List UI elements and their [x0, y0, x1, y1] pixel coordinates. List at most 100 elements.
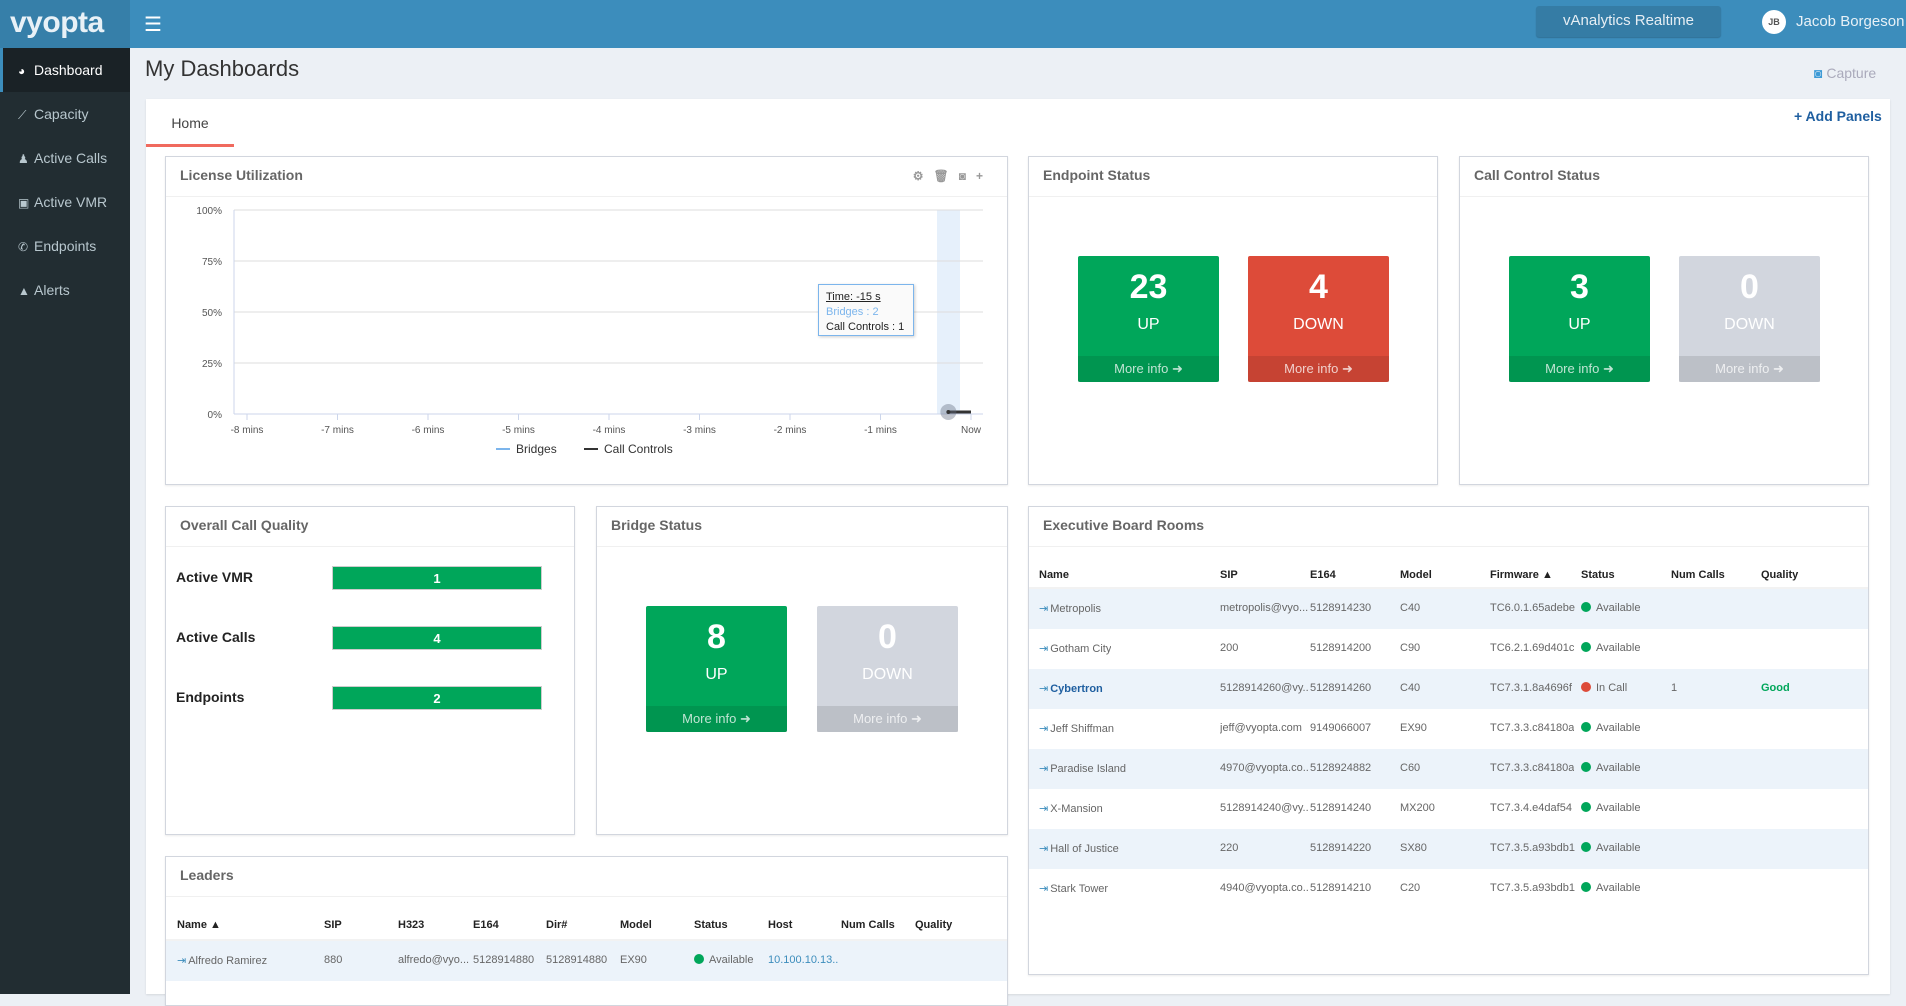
chart-tooltip: Time: -15 s Bridges : 2 Call Controls : …	[818, 284, 914, 336]
column-header[interactable]: Status	[694, 919, 728, 931]
more-info-link[interactable]: More info ➜	[646, 706, 787, 732]
y-tick-label: 75%	[202, 257, 222, 268]
status-label: DOWN	[862, 666, 913, 683]
name-cell[interactable]: ⇥ Gotham City	[1039, 642, 1111, 655]
column-header[interactable]: Model	[1400, 569, 1432, 581]
endpoints-up-box[interactable]: 23 UP More info ➜	[1078, 256, 1219, 382]
column-header[interactable]: E164	[473, 919, 499, 931]
cell-sip: 5128914260@vy...	[1220, 682, 1308, 694]
status-text: Available	[1596, 762, 1641, 774]
quality-bar-active-calls[interactable]: 4	[332, 626, 542, 650]
cell-host[interactable]: 10.100.10.13...	[768, 954, 839, 966]
sidebar-item-capacity[interactable]: ⟋ Capacity	[0, 92, 130, 136]
device-name: Cybertron	[1050, 683, 1103, 695]
arrow-circle-right-icon: ➜	[1602, 361, 1614, 376]
endpoint-status-panel: Endpoint Status 23 UP More info ➜ 4 DOWN…	[1028, 156, 1438, 485]
column-header[interactable]: Quality	[915, 919, 952, 931]
cell-firmware: TC6.0.1.65adebe	[1490, 602, 1576, 614]
status-dot-icon	[1581, 602, 1591, 612]
more-info-link[interactable]: More info ➜	[1679, 356, 1820, 382]
table-row[interactable]: ⇥ Paradise Island 4970@vyopta.co... 5128924…	[1029, 749, 1868, 789]
more-info-link[interactable]: More info ➜	[1509, 356, 1650, 382]
endpoints-down-box[interactable]: 4 DOWN More info ➜	[1248, 256, 1389, 382]
cell-dir: 5128914880	[546, 954, 608, 966]
table-row[interactable]: ⇥ Stark Tower 4940@vyopta.co... 5128914210 C…	[1029, 869, 1868, 909]
column-header[interactable]: Status	[1581, 569, 1615, 581]
x-tick-label: -5 mins	[502, 425, 535, 436]
cell-sip: 220	[1220, 842, 1239, 854]
status-label: UP	[1137, 316, 1160, 333]
status-cell: Available	[1581, 842, 1640, 854]
name-cell[interactable]: ⇥ Jeff Shiffman	[1039, 722, 1114, 735]
quality-bar-endpoints[interactable]: 2	[332, 686, 542, 710]
column-header[interactable]: Dir#	[546, 919, 567, 931]
user-name[interactable]: Jacob Borgeson	[1796, 13, 1904, 30]
bridges-up-box[interactable]: 8 UP More info ➜	[646, 606, 787, 732]
column-header[interactable]: E164	[1310, 569, 1336, 581]
table-row[interactable]: ⇥ Alfredo Ramirez 880 alfredo@vyo... 5128914…	[166, 941, 1007, 981]
status-dot-icon	[1581, 802, 1591, 812]
arrow-circle-right-icon: ➜	[1171, 361, 1183, 376]
x-tick-label: -7 mins	[321, 425, 354, 436]
column-header[interactable]: Model	[620, 919, 652, 931]
sidebar-item-active-vmr[interactable]: ▣ Active VMR	[0, 180, 130, 224]
column-header[interactable]: Host	[768, 919, 792, 931]
sidebar-item-dashboard[interactable]: ◕ Dashboard	[0, 48, 130, 92]
cell-firmware: TC6.2.1.69d401c	[1490, 642, 1575, 654]
table-row[interactable]: ⇥ Gotham City 200 5128914200 C90 TC6.2.1.69d4…	[1029, 629, 1868, 669]
vyopta-logo[interactable]: vyopta	[0, 0, 130, 48]
name-cell[interactable]: ⇥ Cybertron	[1039, 682, 1103, 695]
table-row[interactable]: ⇥ X-Mansion 5128914240@vy... 5128914240 MX20…	[1029, 789, 1868, 829]
sign-in-icon: ⇥	[1039, 883, 1049, 895]
call-controls-up-box[interactable]: 3 UP More info ➜	[1509, 256, 1650, 382]
tooltip-call-controls: Call Controls : 1	[826, 321, 905, 333]
column-header[interactable]: Quality	[1761, 569, 1798, 581]
more-info-link[interactable]: More info ➜	[1248, 356, 1389, 382]
table-row[interactable]: ⇥ Metropolis metropolis@vyo... 5128914230 C4…	[1029, 589, 1868, 629]
avatar[interactable]: JB	[1762, 10, 1786, 34]
table-row[interactable]: ⇥ Hall of Justice 220 5128914220 SX80 TC7.3.5…	[1029, 829, 1868, 869]
column-header[interactable]: Num Calls	[841, 919, 895, 931]
name-cell[interactable]: ⇥ Metropolis	[1039, 602, 1101, 615]
column-header[interactable]: Num Calls	[1671, 569, 1725, 581]
cell-quality: Good	[1761, 682, 1790, 694]
sidebar-item-label: Active VMR	[34, 194, 108, 210]
name-cell[interactable]: ⇥ X-Mansion	[1039, 802, 1103, 815]
status-cell: In Call	[1581, 682, 1627, 694]
table-row[interactable]: ⇥ Cybertron 5128914260@vy... 5128914260 C40 T…	[1029, 669, 1868, 709]
name-cell[interactable]: ⇥ Hall of Justice	[1039, 842, 1119, 855]
capture-button[interactable]: ◙ Capture	[1814, 65, 1876, 81]
table-row[interactable]: ⇥ Jeff Shiffman jeff@vyopta.com 9149066007 E…	[1029, 709, 1868, 749]
x-tick-label: -2 mins	[774, 425, 807, 436]
legend-item: Bridges	[516, 442, 557, 456]
column-header[interactable]: SIP	[1220, 569, 1238, 581]
name-cell[interactable]: ⇥ Alfredo Ramirez	[177, 954, 267, 967]
panel-title: Leaders	[166, 857, 1007, 897]
vanalytics-realtime-button[interactable]: vAnalytics Realtime	[1536, 6, 1721, 37]
name-cell[interactable]: ⇥ Paradise Island	[1039, 762, 1126, 775]
cell-sip: jeff@vyopta.com	[1220, 722, 1302, 734]
column-header[interactable]: Firmware ▲	[1490, 569, 1553, 581]
tab-home[interactable]: Home	[146, 99, 234, 147]
more-info-link[interactable]: More info ➜	[817, 706, 958, 732]
cell-numcalls: 1	[1671, 682, 1678, 694]
device-name: Jeff Shiffman	[1050, 723, 1115, 735]
call-controls-down-box[interactable]: 0 DOWN More info ➜	[1679, 256, 1820, 382]
column-header[interactable]: SIP	[324, 919, 342, 931]
sidebar-item-endpoints[interactable]: ✆ Endpoints	[0, 224, 130, 268]
column-header[interactable]: Name ▲	[177, 919, 221, 931]
column-header[interactable]: Name	[1039, 569, 1069, 581]
bridges-down-box[interactable]: 0 DOWN More info ➜	[817, 606, 958, 732]
sidebar-item-alerts[interactable]: ▲ Alerts	[0, 268, 130, 312]
name-cell[interactable]: ⇥ Stark Tower	[1039, 882, 1108, 895]
cell-firmware: TC7.3.5.a93bdb1	[1490, 882, 1576, 894]
menu-toggle-icon[interactable]: ☰	[144, 12, 162, 37]
more-info-link[interactable]: More info ➜	[1078, 356, 1219, 382]
cell-e164: 5128914200	[1310, 642, 1372, 654]
cell-sip: 5128914240@vy...	[1220, 802, 1308, 814]
sidebar-item-active-calls[interactable]: ♟ Active Calls	[0, 136, 130, 180]
cell-firmware: TC7.3.4.e4daf54	[1490, 802, 1572, 814]
quality-bar-active-vmr[interactable]: 1	[332, 566, 542, 590]
column-header[interactable]: H323	[398, 919, 424, 931]
add-panels-button[interactable]: + Add Panels	[1794, 108, 1882, 124]
